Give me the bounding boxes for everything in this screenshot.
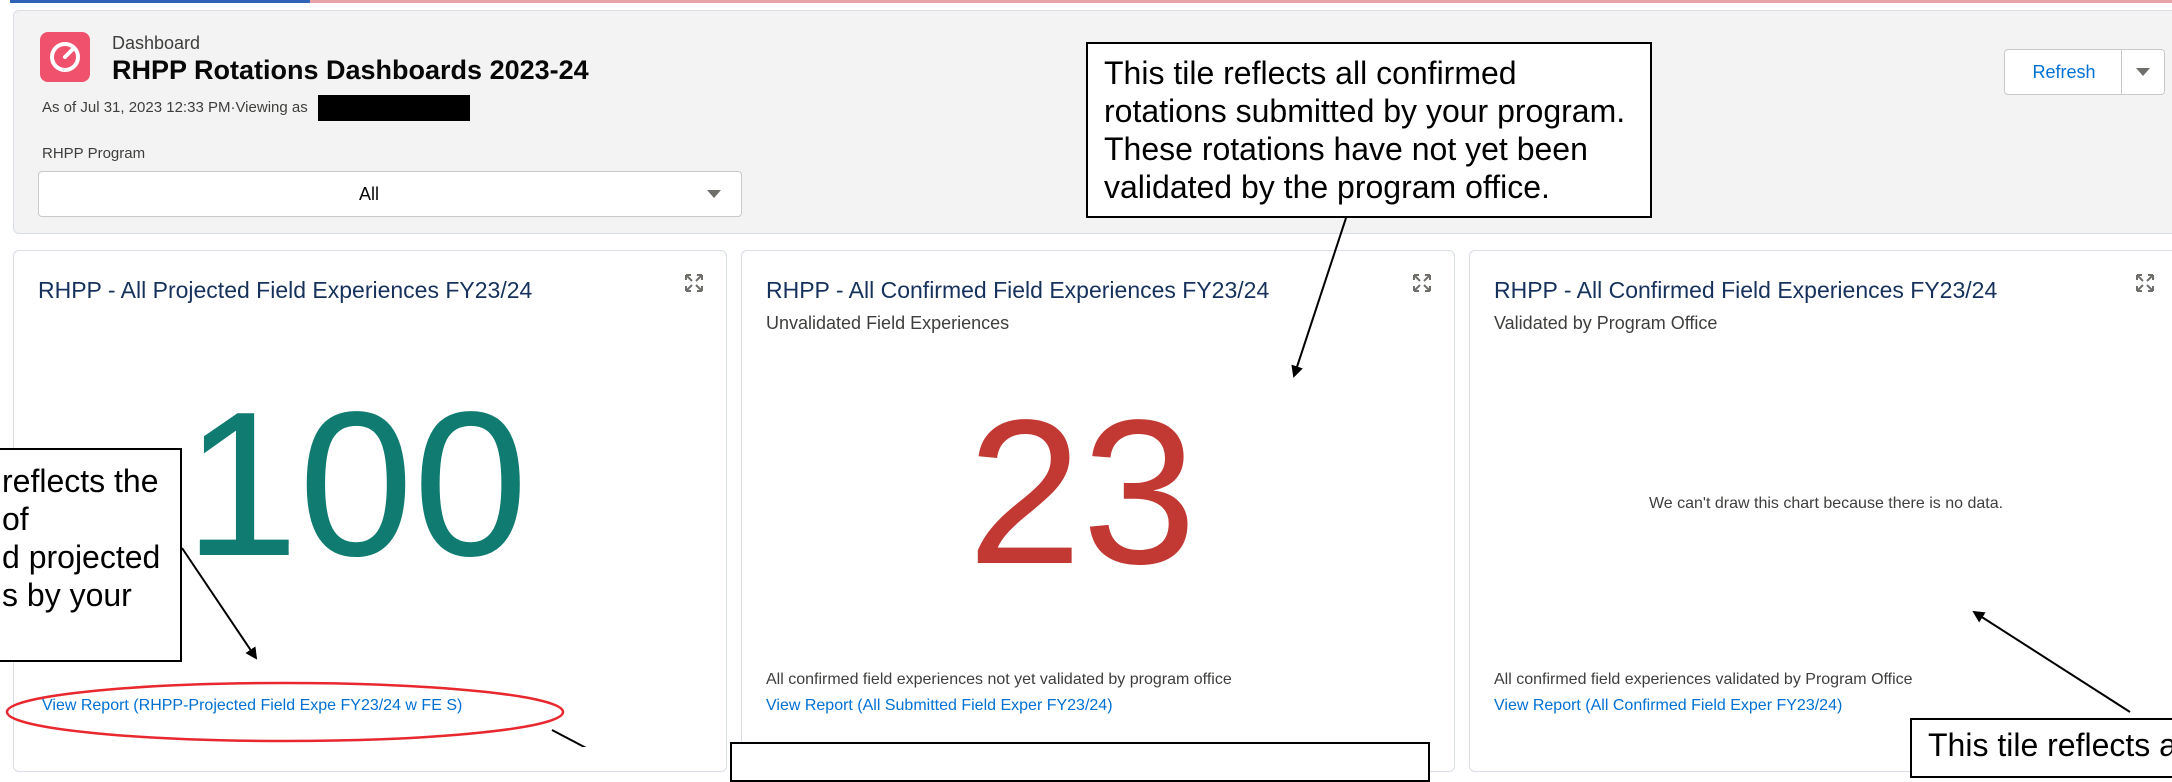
callout-bottom-box: [730, 742, 1430, 782]
arrow-confirmed: [1291, 217, 1347, 378]
arrow-validated: [1972, 610, 2131, 713]
annotation-arrows: [5, 217, 2131, 747]
highlight-oval: [5, 681, 565, 743]
arrow-bottom: [551, 729, 587, 747]
arrow-projected: [181, 547, 258, 660]
